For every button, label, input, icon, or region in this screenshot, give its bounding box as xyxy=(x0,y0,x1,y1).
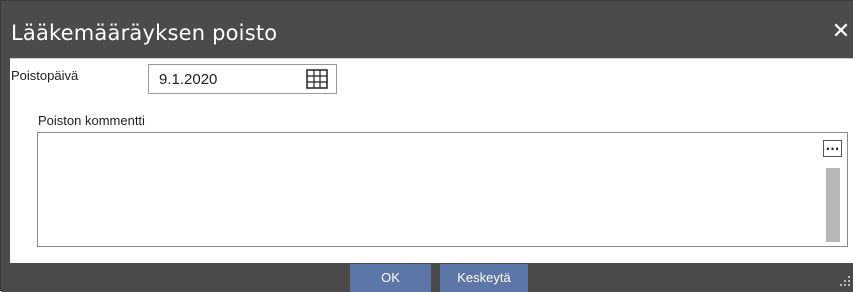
removal-date-field[interactable]: 9.1.2020 xyxy=(148,64,337,94)
more-options-button[interactable]: ... xyxy=(823,140,842,157)
close-icon[interactable]: ✕ xyxy=(829,21,853,45)
removal-comment-textarea[interactable]: ... xyxy=(37,132,848,247)
dialog-footer: OK Keskeytä xyxy=(1,263,853,292)
dialog-title: Lääkemääräyksen poisto xyxy=(11,21,278,45)
ok-button[interactable]: OK xyxy=(350,264,431,292)
comment-scrollbar[interactable] xyxy=(826,168,840,242)
resize-grip-icon[interactable] xyxy=(839,275,851,287)
dialog-titlebar: Lääkemääräyksen poisto ✕ xyxy=(1,1,853,57)
remove-prescription-dialog: Lääkemääräyksen poisto ✕ Poistopäivä 9.1… xyxy=(0,0,853,292)
removal-comment-label: Poiston kommentti xyxy=(38,113,145,128)
removal-date-label: Poistopäivä xyxy=(11,68,79,83)
removal-date-value[interactable]: 9.1.2020 xyxy=(159,71,217,88)
calendar-icon[interactable] xyxy=(306,69,328,89)
cancel-button[interactable]: Keskeytä xyxy=(440,264,528,292)
